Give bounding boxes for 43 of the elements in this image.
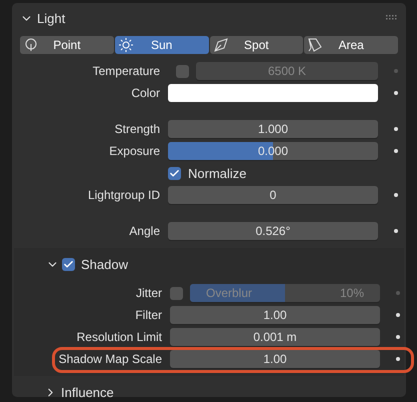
checkbox[interactable] <box>168 166 181 180</box>
slider-field[interactable]: 0.000 <box>168 142 378 160</box>
keyframe-dot-icon[interactable] <box>394 91 398 95</box>
field-label: Resolution Limit <box>76 330 162 344</box>
light-type-tab[interactable]: Point <box>20 36 114 54</box>
bulb-icon <box>24 38 38 52</box>
drag-handle-icon[interactable] <box>386 15 398 21</box>
subpanel-title: Shadow <box>81 256 128 272</box>
field-label: Strength <box>114 122 160 136</box>
keyframe-dot-icon[interactable] <box>396 357 400 361</box>
field-label: Temperature <box>92 64 160 78</box>
field-label: Jitter <box>134 286 162 300</box>
spotlight-icon <box>214 38 228 52</box>
field-label: Color <box>130 86 160 100</box>
number-field[interactable]: 0.526° <box>168 222 378 240</box>
panel-header[interactable]: Light <box>20 10 66 26</box>
field-label: Angle <box>128 224 160 238</box>
light-type-tab[interactable]: Area <box>304 36 398 54</box>
keyframe-dot-icon[interactable] <box>396 335 400 339</box>
keyframe-dot-icon[interactable] <box>396 291 400 295</box>
number-field[interactable]: 1.000 <box>168 120 378 138</box>
keyframe-dot-icon[interactable] <box>396 313 400 317</box>
keyframe-dot-icon[interactable] <box>394 229 398 233</box>
field-label: Lightgroup ID <box>86 188 160 202</box>
area-light-icon <box>308 38 322 52</box>
checkbox-label: Normalize <box>188 166 247 180</box>
number-field[interactable]: 1.00 <box>170 306 380 324</box>
number-field[interactable]: 1.00 <box>170 350 380 368</box>
subpanel-header[interactable]: Influence <box>44 384 114 400</box>
sun-icon <box>118 38 133 52</box>
light-type-tab[interactable]: Spot <box>210 36 304 54</box>
color-swatch[interactable] <box>168 84 378 102</box>
keyframe-dot-icon[interactable] <box>394 149 398 153</box>
keyframe-dot-icon[interactable] <box>394 127 398 131</box>
field-label: Exposure <box>108 144 160 158</box>
number-field[interactable]: 0.001 m <box>170 328 380 346</box>
field-label: Filter <box>134 308 162 322</box>
field-label: Shadow Map Scale <box>58 352 162 366</box>
light-type-tab[interactable]: Sun <box>114 36 208 54</box>
keyframe-dot-icon[interactable] <box>394 69 398 73</box>
checkbox[interactable] <box>62 258 75 270</box>
number-field[interactable]: 0 <box>168 186 378 204</box>
keyframe-dot-icon[interactable] <box>394 193 398 197</box>
